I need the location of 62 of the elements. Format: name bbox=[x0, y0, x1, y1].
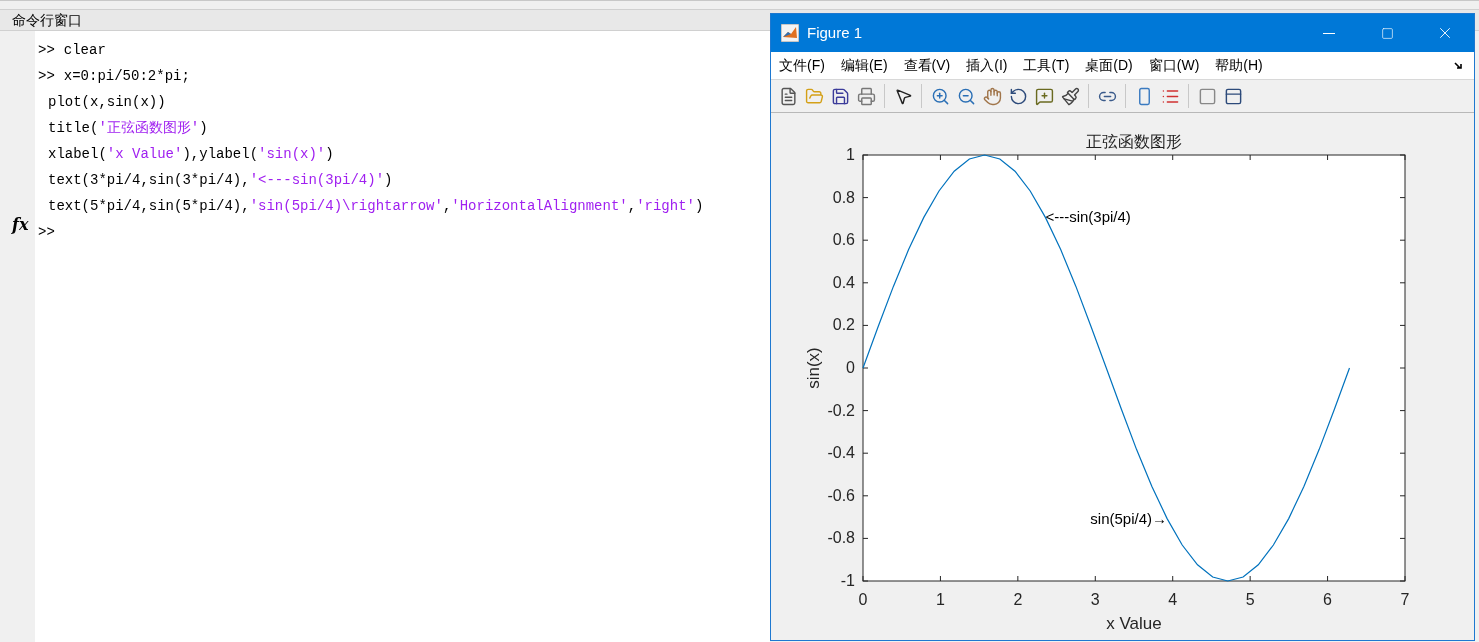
tick-label: 0.8 bbox=[832, 188, 855, 206]
annotation: sin(5pi/4)→ bbox=[1090, 509, 1168, 527]
tick-label: 5 bbox=[1245, 591, 1255, 608]
tick-label: 6 bbox=[1323, 591, 1332, 608]
square-icon bbox=[1197, 86, 1217, 106]
menu-item[interactable]: 文件(F) bbox=[779, 55, 825, 76]
minimize-icon bbox=[1323, 32, 1335, 34]
brush-icon bbox=[1060, 86, 1080, 106]
function-icon[interactable]: fx bbox=[12, 217, 29, 233]
y-axis-label: sin(x) bbox=[804, 347, 823, 389]
code-line: clear bbox=[63, 41, 106, 60]
tick-label: -0.6 bbox=[827, 486, 855, 504]
menu-item[interactable]: 帮助(H) bbox=[1215, 55, 1263, 76]
tick-label: 0 bbox=[858, 591, 868, 608]
save-icon bbox=[830, 86, 850, 106]
menu-item[interactable]: 工具(T) bbox=[1023, 55, 1070, 76]
code-line: xlabel('x Value'),ylabel('sin(x)') bbox=[48, 145, 334, 164]
code-line: title('正弦函数图形') bbox=[48, 119, 208, 138]
pointer-icon bbox=[893, 86, 913, 106]
code-line: text(3*pi/4,sin(3*pi/4),'<---sin(3pi/4)') bbox=[48, 171, 393, 190]
tick-label: 3 bbox=[1090, 591, 1100, 608]
tick-label: 2 bbox=[1013, 591, 1023, 608]
tick-label: 0.6 bbox=[832, 231, 855, 249]
menu-item[interactable]: 编辑(E) bbox=[840, 55, 888, 76]
tick-label: -0.4 bbox=[827, 444, 855, 462]
dock-arrow-icon[interactable] bbox=[1454, 60, 1464, 71]
prompt: >> bbox=[38, 67, 55, 86]
code-line: x=0:pi/50:2*pi; bbox=[63, 67, 190, 86]
panel-icon bbox=[1223, 86, 1243, 106]
menu-item[interactable]: 窗口(W) bbox=[1148, 55, 1200, 76]
tick-label: 4 bbox=[1168, 591, 1178, 608]
menu-item[interactable]: 查看(V) bbox=[903, 55, 951, 76]
prompt: >> bbox=[38, 223, 55, 242]
menu-item[interactable]: 桌面(D) bbox=[1085, 55, 1133, 76]
annotation: <---sin(3pi/4) bbox=[1045, 208, 1131, 226]
rotate-icon bbox=[1008, 86, 1028, 106]
tick-label: 7 bbox=[1400, 591, 1410, 608]
tick-label: 1 bbox=[936, 591, 945, 608]
zoom-out-icon bbox=[956, 86, 976, 106]
zoom-in-icon bbox=[930, 86, 950, 106]
chart-title: 正弦函数图形 bbox=[1086, 132, 1182, 151]
data-tip-icon bbox=[1034, 86, 1054, 106]
menu-item[interactable]: 插入(I) bbox=[966, 55, 1008, 76]
prompt: >> bbox=[38, 41, 55, 60]
tick-label: 0 bbox=[846, 359, 855, 376]
x-axis-label: x Value bbox=[1106, 614, 1162, 633]
window-title: Figure 1 bbox=[807, 22, 863, 43]
tick-label: 0.2 bbox=[832, 316, 855, 334]
tick-label: -0.2 bbox=[827, 401, 855, 419]
hand-icon bbox=[982, 86, 1002, 106]
maximize-icon bbox=[1380, 26, 1394, 40]
tick-label: 1 bbox=[846, 146, 855, 163]
new-file-icon bbox=[778, 86, 798, 106]
print-icon bbox=[856, 86, 876, 106]
tick-label: -0.8 bbox=[827, 529, 855, 547]
code-line: text(5*pi/4,sin(5*pi/4),'sin(5pi/4)\rightarrow','HorizontalAlignment','right') bbox=[48, 197, 704, 216]
app-icon bbox=[781, 24, 799, 42]
tick-label: -1 bbox=[840, 572, 855, 589]
tick-label: 0.4 bbox=[832, 273, 855, 291]
code-line: plot(x,sin(x)) bbox=[48, 93, 166, 112]
folder-icon bbox=[804, 86, 824, 106]
panel-title: 命令行窗口 bbox=[12, 10, 82, 30]
